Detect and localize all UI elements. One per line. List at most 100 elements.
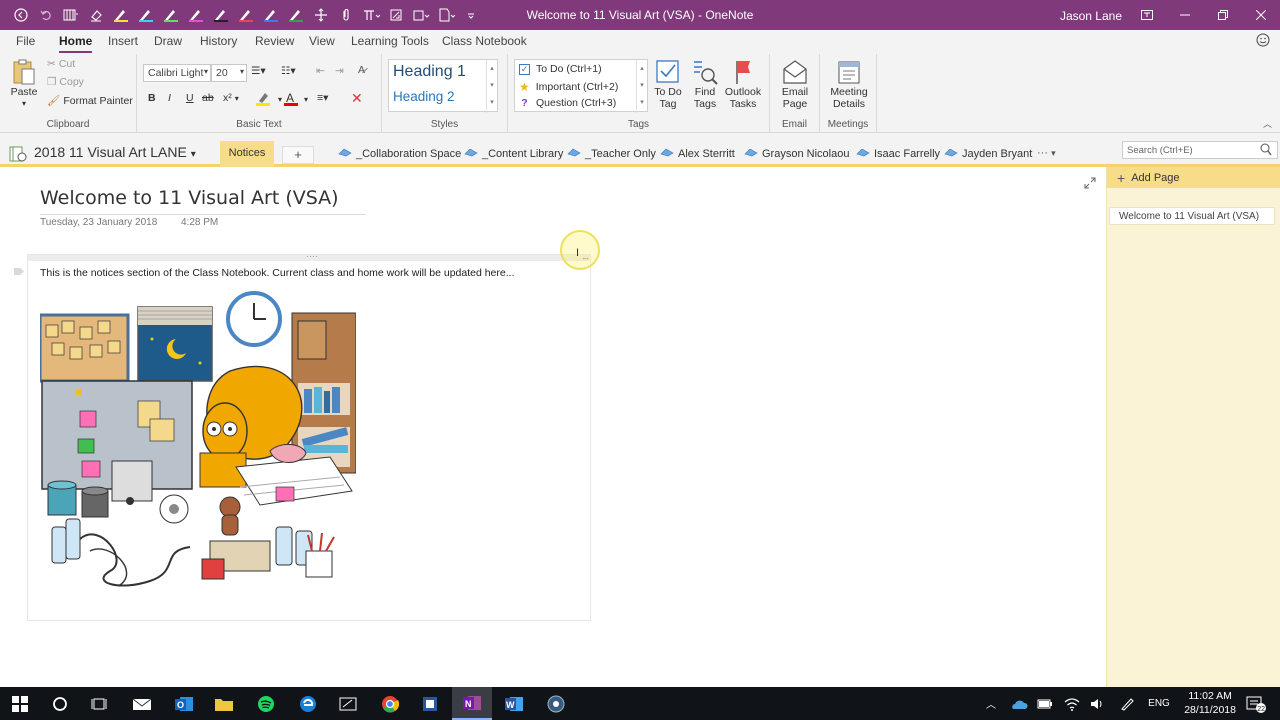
start-windows-icon[interactable]	[0, 687, 40, 720]
section-tab-grayson-nicolaou[interactable]: Grayson Nicolaou	[744, 147, 849, 160]
paste-button[interactable]: Paste ▾	[8, 58, 40, 110]
customize-qat-icon[interactable]	[460, 4, 481, 26]
pen-blue-icon[interactable]	[260, 4, 281, 26]
font-color-button[interactable]: A ▾	[283, 91, 308, 107]
page-title[interactable]: Welcome to 11 Visual Art (VSA)	[40, 187, 339, 209]
section-tab-teacher-only[interactable]: _Teacher Only	[567, 147, 656, 160]
full-page-view-icon[interactable]	[1084, 177, 1096, 192]
find-tags-button[interactable]: Find Tags	[691, 58, 719, 110]
add-section-button[interactable]: +	[282, 146, 314, 164]
section-tab-content-library[interactable]: _Content Library	[464, 147, 563, 160]
tab-review[interactable]: Review	[255, 34, 294, 48]
section-tab-jayden-bryant[interactable]: Jayden Bryant	[944, 147, 1032, 160]
back-icon[interactable]	[10, 4, 31, 26]
bold-button[interactable]: B	[148, 92, 156, 104]
crop-icon[interactable]	[385, 4, 406, 26]
pen-green-icon[interactable]	[160, 4, 181, 26]
equation-icon[interactable]	[360, 4, 381, 26]
input-language[interactable]: ENG	[1144, 687, 1174, 720]
show-hidden-icons[interactable]: ︿	[982, 687, 1000, 720]
move-icon[interactable]	[310, 4, 331, 26]
superscript-button[interactable]: x² ▾	[223, 92, 239, 104]
pen-red-icon[interactable]	[235, 4, 256, 26]
user-name[interactable]: Jason Lane	[1060, 9, 1122, 23]
battery-icon[interactable]	[1034, 687, 1056, 720]
undo-icon[interactable]	[35, 4, 56, 26]
onenote-app-icon[interactable]: N	[452, 687, 492, 720]
bullets-button[interactable]: ☰▾	[251, 65, 266, 77]
close-icon[interactable]	[1242, 0, 1280, 30]
copy-button[interactable]: ❐ Copy	[47, 76, 84, 88]
onedrive-icon[interactable]	[1006, 687, 1032, 720]
more-sections-button[interactable]: ··· ▾	[1037, 147, 1056, 159]
font-size-select[interactable]: 20 ▾	[211, 64, 247, 82]
task-view-icon[interactable]	[80, 687, 120, 720]
pen-magenta-icon[interactable]	[185, 4, 206, 26]
collapse-ribbon-icon[interactable]: ︿	[1263, 117, 1272, 130]
delete-button[interactable]: ✕	[351, 90, 363, 107]
volume-icon[interactable]	[1086, 687, 1108, 720]
mail-app-icon[interactable]	[122, 687, 162, 720]
word-app-icon[interactable]: W	[494, 687, 534, 720]
tags-scroll[interactable]: ▴ ▾ ▾	[636, 60, 647, 113]
underline-button[interactable]: U	[186, 92, 194, 104]
pen-yellow-icon[interactable]	[110, 4, 131, 26]
align-button[interactable]: ≡▾	[317, 92, 328, 104]
notebook-icon[interactable]	[8, 145, 28, 166]
meeting-details-button[interactable]: Meeting Details	[826, 58, 872, 110]
tab-learning-tools[interactable]: Learning Tools	[351, 34, 429, 48]
increase-indent-button[interactable]: ⇥	[335, 65, 344, 77]
note-container[interactable]: ···· ↔ This is the notices section of th…	[27, 251, 591, 621]
tab-home[interactable]: Home	[59, 34, 93, 53]
paragraph-handle-icon[interactable]	[14, 268, 24, 275]
numbering-button[interactable]: ☷▾	[281, 65, 296, 77]
highlight-button[interactable]: ▾	[255, 91, 282, 107]
font-name-select[interactable]: Calibri Light ▾	[143, 64, 211, 82]
search-input[interactable]: Search (Ctrl+E)	[1122, 141, 1278, 159]
page-canvas[interactable]: Welcome to 11 Visual Art (VSA) Tuesday, …	[0, 167, 1106, 687]
cut-button[interactable]: ✂ Cut	[47, 58, 75, 70]
action-center-icon[interactable]: 22	[1240, 687, 1272, 720]
system-clock[interactable]: 11:02 AM 28/11/2018	[1184, 689, 1236, 717]
minimize-icon[interactable]	[1166, 0, 1204, 30]
page-list-item[interactable]: Welcome to 11 Visual Art (VSA)	[1109, 207, 1275, 225]
add-page-button[interactable]: + Add Page	[1107, 167, 1280, 188]
styles-scroll[interactable]: ▴ ▾ ▾	[486, 60, 497, 113]
tab-history[interactable]: History	[200, 34, 237, 48]
tag-question[interactable]: ? Question (Ctrl+3)	[519, 97, 616, 109]
maximize-icon[interactable]	[1204, 0, 1242, 30]
italic-button[interactable]: I	[168, 92, 171, 104]
notebook-name[interactable]: 2018 11 Visual Art LANE ▾	[34, 144, 196, 160]
heading-2-style[interactable]: Heading 2	[393, 89, 455, 104]
tab-insert[interactable]: Insert	[108, 34, 138, 48]
outlook-tasks-button[interactable]: Outlook Tasks	[723, 58, 763, 110]
pen-workspace-icon[interactable]	[1114, 687, 1140, 720]
decrease-indent-button[interactable]: ⇤	[316, 65, 325, 77]
feedback-smiley-icon[interactable]	[1256, 33, 1270, 50]
heading-1-style[interactable]: Heading 1	[393, 63, 466, 81]
tab-file[interactable]: File	[16, 34, 35, 48]
tag-important[interactable]: ★ Important (Ctrl+2)	[519, 80, 618, 94]
page-template-icon[interactable]	[435, 4, 456, 26]
wifi-icon[interactable]	[1060, 687, 1084, 720]
notice-text[interactable]: This is the notices section of the Class…	[40, 267, 515, 279]
classroom-illustration[interactable]	[38, 291, 357, 591]
edge-browser-icon[interactable]	[288, 687, 328, 720]
container-handle[interactable]: ····	[28, 251, 590, 261]
section-tab-collaboration-space[interactable]: _Collaboration Space	[338, 147, 461, 160]
section-tab-alex-sterritt[interactable]: Alex Sterritt	[660, 147, 735, 160]
pen-darkgreen-icon[interactable]	[285, 4, 306, 26]
tab-view[interactable]: View	[309, 34, 335, 48]
strikethrough-button[interactable]: ab	[202, 92, 214, 104]
section-tab-isaac-farrelly[interactable]: Isaac Farrelly	[856, 147, 940, 160]
to-do-tag-button[interactable]: To Do Tag	[652, 58, 684, 110]
snip-tool-icon[interactable]	[328, 687, 368, 720]
eraser-icon[interactable]	[85, 4, 106, 26]
ribbon-display-icon[interactable]	[1128, 0, 1166, 30]
chrome-icon[interactable]	[370, 687, 410, 720]
pen-black-icon[interactable]	[210, 4, 231, 26]
section-tab-notices[interactable]: Notices	[220, 141, 274, 167]
media-app-icon[interactable]	[536, 687, 576, 720]
pen-cyan-icon[interactable]	[135, 4, 156, 26]
file-explorer-icon[interactable]	[204, 687, 244, 720]
